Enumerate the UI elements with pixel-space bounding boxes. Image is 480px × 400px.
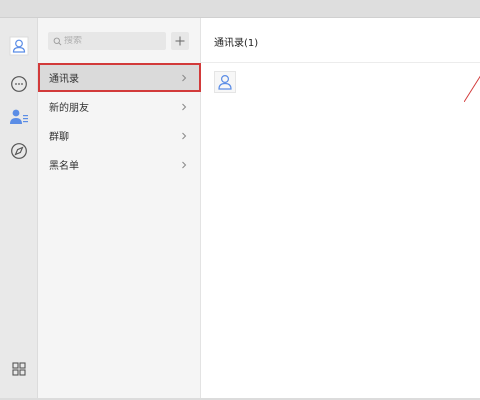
compass-icon[interactable] xyxy=(7,139,31,163)
contacts-menu: 通讯录 新的朋友 群聊 黑名单 xyxy=(38,63,201,179)
chevron-right-icon xyxy=(182,103,187,110)
app-frame: 通讯录 新的朋友 群聊 黑名单 通讯录(1) xyxy=(0,0,480,400)
chevron-right-icon xyxy=(182,74,187,81)
add-button[interactable] xyxy=(171,32,189,50)
page-title: 通讯录(1) xyxy=(214,38,259,49)
search-box[interactable] xyxy=(48,32,166,50)
contacts-icon[interactable] xyxy=(7,105,31,129)
contact-avatar-icon[interactable] xyxy=(214,71,236,93)
user-icon[interactable] xyxy=(7,34,31,58)
chevron-right-icon xyxy=(182,132,187,139)
menu-item-contacts[interactable]: 通讯录 xyxy=(38,63,201,92)
title-bar xyxy=(0,0,480,18)
content-header: 通讯录(1) xyxy=(201,18,480,63)
menu-item-label: 黑名单 xyxy=(49,161,79,172)
icon-rail xyxy=(0,18,38,398)
menu-item-group-chats[interactable]: 群聊 xyxy=(38,121,201,150)
contacts-panel: 通讯录 新的朋友 群聊 黑名单 xyxy=(38,18,201,398)
menu-item-label: 通讯录 xyxy=(49,74,79,85)
chevron-right-icon xyxy=(182,161,187,168)
annotation-line xyxy=(464,75,480,102)
menu-item-label: 群聊 xyxy=(49,132,69,143)
menu-item-label: 新的朋友 xyxy=(49,103,89,114)
chat-icon[interactable] xyxy=(7,72,31,96)
contacts-content: 通讯录(1) xyxy=(201,18,480,398)
search-icon xyxy=(53,37,62,45)
plus-icon xyxy=(175,36,185,46)
menu-item-new-friends[interactable]: 新的朋友 xyxy=(38,92,201,121)
apps-icon[interactable] xyxy=(7,357,31,381)
app-window: 通讯录 新的朋友 群聊 黑名单 通讯录(1) xyxy=(0,18,480,398)
search-input[interactable] xyxy=(64,36,159,46)
menu-item-blacklist[interactable]: 黑名单 xyxy=(38,150,201,179)
